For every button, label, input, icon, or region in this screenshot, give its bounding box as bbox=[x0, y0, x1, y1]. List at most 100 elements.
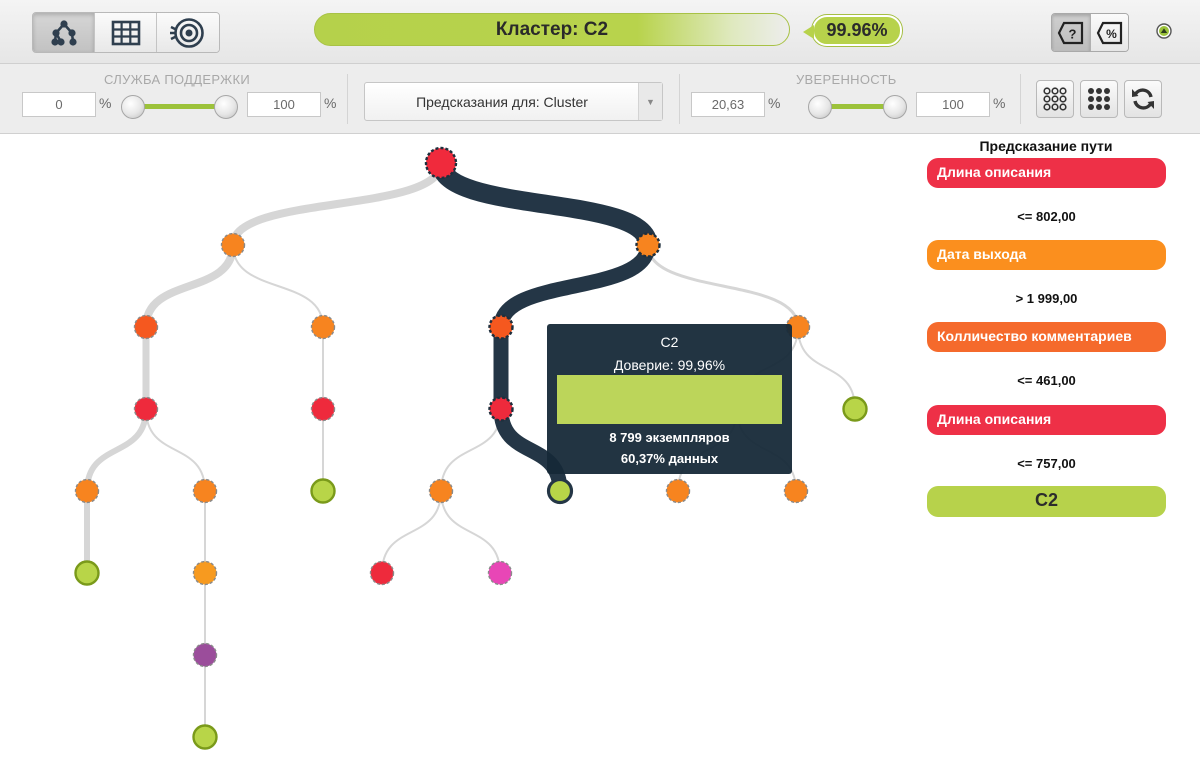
tooltip-instances-text: 8 799 экземпляров bbox=[609, 430, 730, 445]
model-viewer: Кластер: C2 99.96% ? % СЛУЖБА ПОДДЕРЖКИ … bbox=[0, 0, 1200, 772]
divider bbox=[679, 74, 680, 124]
support-max-input[interactable] bbox=[247, 92, 321, 117]
triangle-up-circle-icon bbox=[1156, 23, 1172, 39]
tree-edge bbox=[142, 241, 237, 331]
view-switcher bbox=[32, 12, 220, 53]
svg-text:%: % bbox=[1106, 27, 1117, 41]
tree-split-node[interactable] bbox=[192, 560, 218, 586]
path-field-4[interactable]: Длина описания bbox=[927, 405, 1166, 435]
svg-text:?: ? bbox=[1069, 26, 1077, 41]
tree-split-node[interactable] bbox=[74, 478, 100, 504]
cluster-label: Кластер: C2 bbox=[495, 18, 609, 40]
dots-outline-grid-icon bbox=[1043, 87, 1067, 111]
tree-edge bbox=[646, 243, 800, 329]
show-filled-nodes-button[interactable] bbox=[1080, 80, 1118, 118]
tree-split-node[interactable] bbox=[133, 396, 159, 422]
tree-split-node-on-path[interactable] bbox=[488, 396, 514, 422]
grid-view-button[interactable] bbox=[95, 13, 157, 52]
tree-split-node[interactable] bbox=[192, 642, 218, 668]
tree-split-node[interactable] bbox=[428, 478, 454, 504]
path-result: C2 bbox=[927, 486, 1166, 517]
path-title: Предсказание пути bbox=[979, 138, 1113, 154]
tooltip-distribution-bar bbox=[557, 375, 782, 424]
confidence-min-handle[interactable] bbox=[808, 95, 832, 119]
tree-split-node[interactable] bbox=[133, 314, 159, 340]
tree-leaf-node[interactable] bbox=[842, 396, 868, 422]
node-tooltip: C2 Доверие: 99,96% 8 799 экземпляров 60,… bbox=[547, 324, 792, 474]
collapse-toggle-button[interactable] bbox=[1156, 23, 1172, 39]
dots-filled-grid-icon bbox=[1088, 88, 1110, 110]
support-max-unit: % bbox=[324, 95, 337, 111]
tree-edge bbox=[440, 490, 501, 574]
tree-edge bbox=[797, 326, 856, 410]
sunburst-view-icon bbox=[170, 17, 204, 48]
prediction-target-label: Предсказания для: Cluster bbox=[416, 94, 588, 110]
support-min-handle[interactable] bbox=[121, 95, 145, 119]
tree-edge-on-path bbox=[431, 153, 658, 255]
tree-view-icon bbox=[50, 19, 77, 46]
tree-edge bbox=[381, 490, 442, 574]
tree-split-node[interactable] bbox=[369, 560, 395, 586]
confidence-label: УВЕРЕННОСТЬ bbox=[796, 72, 897, 87]
tooltip-data-share-text: 60,37% данных bbox=[620, 451, 719, 466]
tree-split-node-on-path[interactable] bbox=[488, 314, 514, 340]
tree-leaf-node-on-path[interactable] bbox=[546, 477, 574, 505]
path-field-1[interactable]: Длина описания bbox=[927, 158, 1166, 188]
dropdown-arrow-icon: ▼ bbox=[638, 83, 662, 120]
path-rule-1: <= 802,00 bbox=[1017, 209, 1076, 224]
confidence-max-input[interactable] bbox=[916, 92, 990, 117]
support-min-input[interactable] bbox=[22, 92, 96, 117]
tooltip-confidence: Доверие: 99,96% bbox=[613, 357, 726, 373]
confidence-max-handle[interactable] bbox=[883, 95, 907, 119]
confidence-min-unit: % bbox=[768, 95, 781, 111]
grid-view-icon bbox=[111, 20, 140, 45]
divider bbox=[347, 74, 348, 124]
support-max-handle[interactable] bbox=[214, 95, 238, 119]
tree-split-node[interactable] bbox=[220, 232, 246, 258]
tooltip-class: C2 bbox=[660, 334, 679, 350]
tree-edge-on-path bbox=[493, 237, 656, 335]
tree-split-node[interactable] bbox=[665, 478, 691, 504]
percent-mode-button[interactable]: % bbox=[1090, 14, 1128, 51]
top-toolbar: Кластер: C2 99.96% ? % bbox=[0, 0, 1200, 64]
sunburst-view-button[interactable] bbox=[157, 13, 219, 52]
tree-leaf-node[interactable] bbox=[310, 478, 336, 504]
path-rule-2: > 1 999,00 bbox=[1015, 291, 1078, 306]
refresh-icon bbox=[1132, 88, 1154, 110]
prediction-target-select[interactable]: Предсказания для: Cluster ▼ bbox=[364, 82, 663, 121]
path-field-3[interactable]: Колличество комментариев bbox=[927, 322, 1166, 352]
prediction-path-panel: Предсказание пути Длина описания <= 802,… bbox=[920, 134, 1200, 772]
support-label: СЛУЖБА ПОДДЕРЖКИ bbox=[104, 72, 250, 87]
tree-edge bbox=[440, 408, 502, 492]
divider bbox=[1020, 74, 1021, 124]
support-min-unit: % bbox=[99, 95, 112, 111]
confidence-max-unit: % bbox=[993, 95, 1006, 111]
tree-split-node-on-path[interactable] bbox=[635, 232, 661, 258]
tree-edge bbox=[145, 408, 206, 492]
tree-split-node[interactable] bbox=[310, 314, 336, 340]
tooltip-data-share: 60,37% данных bbox=[547, 451, 792, 466]
tooltip-instances: 8 799 экземпляров bbox=[547, 430, 792, 445]
path-rule-4: <= 757,00 bbox=[1017, 456, 1076, 471]
tree-split-node[interactable] bbox=[487, 560, 513, 586]
cluster-prediction-bar: Кластер: C2 bbox=[314, 13, 790, 46]
percent-tag-icon: % bbox=[1096, 21, 1122, 44]
tree-leaf-node[interactable] bbox=[74, 560, 100, 586]
confidence-min-input[interactable] bbox=[691, 92, 765, 117]
show-all-nodes-button[interactable] bbox=[1036, 80, 1074, 118]
prediction-mode-switcher: ? % bbox=[1051, 13, 1129, 52]
tree-edge bbox=[84, 406, 149, 494]
tree-view-button[interactable] bbox=[33, 13, 95, 52]
tree-edge bbox=[229, 159, 445, 249]
filter-toolbar: СЛУЖБА ПОДДЕРЖКИ % % Предсказания для: C… bbox=[0, 64, 1200, 134]
question-tag-icon: ? bbox=[1057, 21, 1084, 44]
confidence-badge: 99.96% bbox=[803, 15, 902, 46]
reset-button[interactable] bbox=[1124, 80, 1162, 118]
tree-leaf-node[interactable] bbox=[192, 724, 218, 750]
tree-split-node[interactable] bbox=[783, 478, 809, 504]
tree-split-node[interactable] bbox=[192, 478, 218, 504]
tree-split-node-on-path[interactable] bbox=[424, 146, 458, 180]
tree-split-node[interactable] bbox=[310, 396, 336, 422]
path-field-2[interactable]: Дата выхода bbox=[927, 240, 1166, 270]
question-mode-button[interactable]: ? bbox=[1052, 14, 1090, 51]
